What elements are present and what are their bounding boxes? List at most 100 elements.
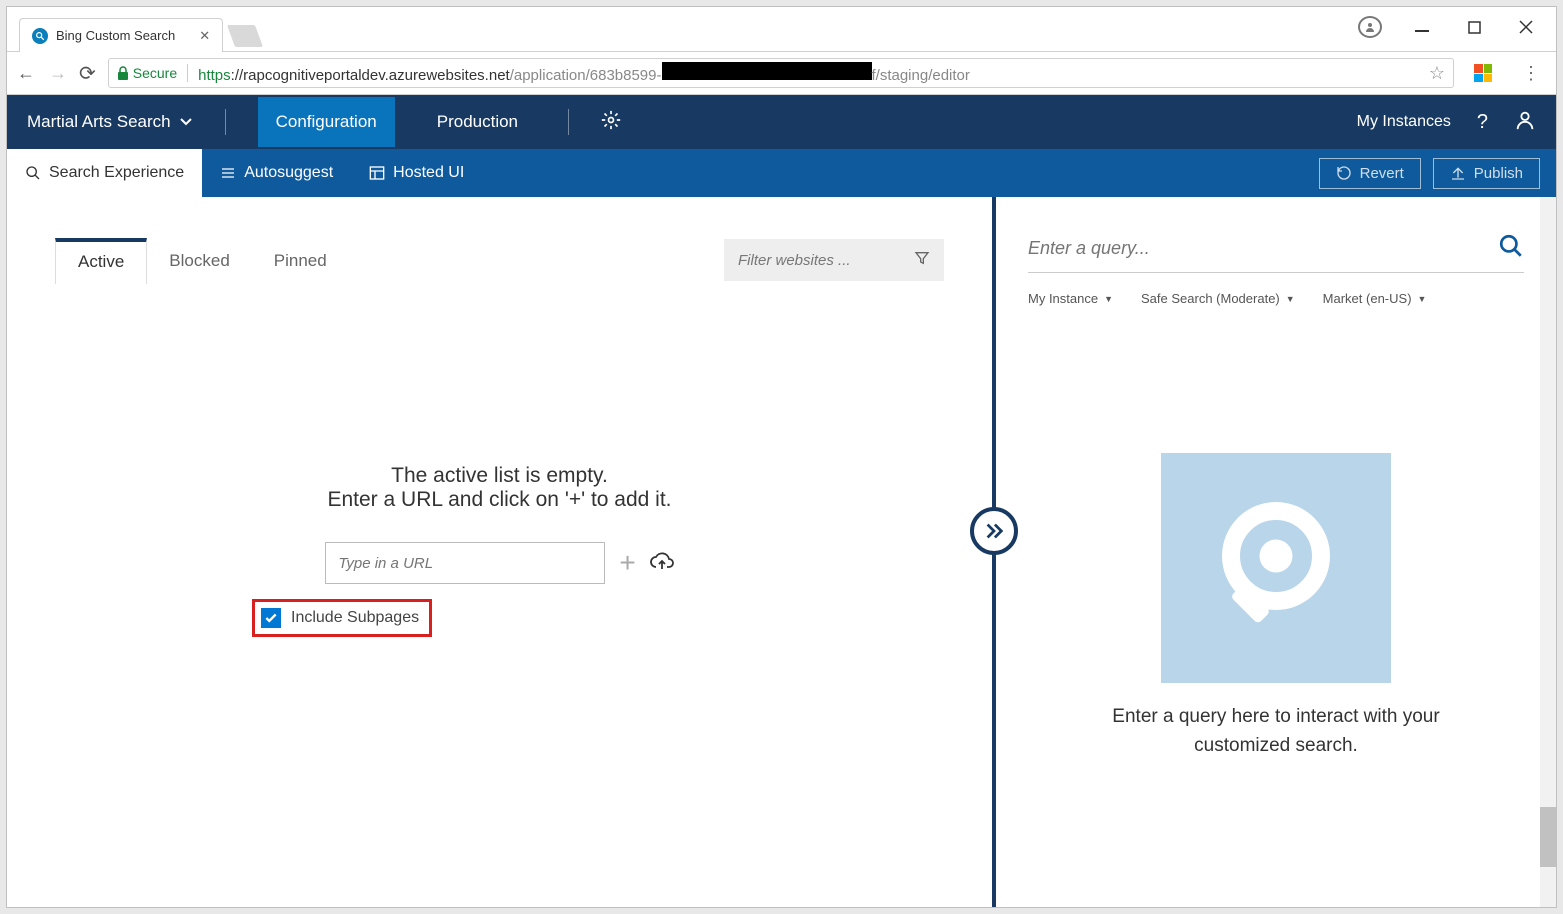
include-subpages-checkbox[interactable] — [261, 608, 281, 628]
browser-user-icon[interactable] — [1358, 16, 1382, 38]
divider — [568, 109, 569, 135]
browser-titlebar: Bing Custom Search ✕ — [7, 7, 1556, 51]
magnifier-icon — [1201, 493, 1351, 643]
revert-button[interactable]: Revert — [1319, 158, 1421, 189]
tab-label: Autosuggest — [244, 164, 333, 182]
browser-tab[interactable]: Bing Custom Search ✕ — [19, 18, 223, 52]
tab-search-experience[interactable]: Search Experience — [7, 149, 202, 197]
market-dropdown[interactable]: Market (en-US) ▼ — [1323, 291, 1427, 306]
app-name-dropdown[interactable]: Martial Arts Search — [27, 112, 193, 132]
safesearch-dropdown[interactable]: Safe Search (Moderate) ▼ — [1141, 291, 1295, 306]
tab-hosted-ui[interactable]: Hosted UI — [351, 149, 482, 197]
filter-icon[interactable] — [914, 250, 930, 270]
lock-icon — [117, 66, 129, 80]
left-panel: Active Blocked Pinned Filter websites ..… — [7, 197, 992, 907]
search-button[interactable] — [1498, 233, 1524, 264]
double-chevron-right-icon — [983, 520, 1005, 542]
app-name-label: Martial Arts Search — [27, 112, 171, 132]
secure-indicator: Secure — [117, 65, 177, 81]
tab-active[interactable]: Active — [55, 238, 147, 284]
divider — [225, 109, 226, 135]
tab-close-icon[interactable]: ✕ — [199, 28, 210, 44]
include-subpages-label: Include Subpages — [291, 609, 419, 627]
dropdown-label: Market (en-US) — [1323, 291, 1412, 306]
query-input[interactable] — [1028, 238, 1498, 259]
header-right: My Instances ? — [1357, 109, 1536, 136]
nav-configuration[interactable]: Configuration — [258, 97, 395, 147]
divider — [187, 64, 188, 82]
dropdown-label: Safe Search (Moderate) — [1141, 291, 1280, 306]
url-text: https://rapcognitiveportaldev.azurewebsi… — [198, 62, 970, 84]
button-label: Revert — [1360, 165, 1404, 182]
filter-websites-input[interactable]: Filter websites ... — [724, 239, 944, 281]
filter-placeholder: Filter websites ... — [738, 252, 851, 269]
extension-icon[interactable] — [1474, 64, 1492, 82]
caret-down-icon: ▼ — [1286, 294, 1295, 304]
favicon-icon — [32, 28, 48, 44]
reload-button[interactable]: ⟳ — [79, 61, 96, 86]
chevron-down-icon — [179, 117, 193, 127]
preview-placeholder: Enter a query here to interact with your… — [1028, 306, 1524, 907]
vertical-scrollbar[interactable] — [1540, 197, 1556, 907]
empty-line1: The active list is empty. — [55, 464, 944, 488]
app-header: Martial Arts Search Configuration Produc… — [7, 95, 1556, 149]
window-controls — [1340, 7, 1556, 47]
expand-collapse-button[interactable] — [970, 507, 1018, 555]
secure-label: Secure — [133, 65, 177, 81]
window-minimize-icon[interactable] — [1410, 20, 1434, 34]
tab-label: Search Experience — [49, 164, 184, 182]
url-input-row: + — [55, 542, 944, 584]
url-box[interactable]: Secure https://rapcognitiveportaldev.azu… — [108, 58, 1454, 88]
placeholder-text: Enter a query here to interact with your… — [1066, 703, 1486, 760]
publish-button[interactable]: Publish — [1433, 158, 1540, 189]
window-close-icon[interactable] — [1514, 20, 1538, 34]
list-icon — [220, 165, 236, 181]
bookmark-star-icon[interactable]: ☆ — [1429, 63, 1445, 84]
caret-down-icon: ▼ — [1104, 294, 1113, 304]
scrollbar-thumb[interactable] — [1540, 807, 1556, 867]
url-input[interactable] — [325, 542, 605, 584]
new-tab-button[interactable] — [227, 25, 263, 47]
browser-addressbar: ← → ⟳ Secure https://rapcognitiveportald… — [7, 51, 1556, 95]
empty-state: The active list is empty. Enter a URL an… — [55, 464, 944, 512]
tab-pinned[interactable]: Pinned — [252, 237, 349, 283]
tab-title: Bing Custom Search — [56, 28, 175, 43]
nav-arrows: ← → — [17, 63, 67, 84]
query-row — [1028, 233, 1524, 273]
instance-dropdown[interactable]: My Instance ▼ — [1028, 291, 1113, 306]
forward-button[interactable]: → — [49, 63, 67, 84]
include-subpages-row: Include Subpages — [255, 602, 429, 634]
cloud-upload-icon[interactable] — [650, 551, 674, 576]
preview-filters: My Instance ▼ Safe Search (Moderate) ▼ M… — [1028, 291, 1524, 306]
publish-icon — [1450, 165, 1466, 181]
revert-icon — [1336, 165, 1352, 181]
settings-gear-icon[interactable] — [601, 110, 621, 135]
tab-label: Hosted UI — [393, 164, 464, 182]
user-profile-icon[interactable] — [1514, 109, 1536, 136]
subheader-actions: Revert Publish — [1319, 158, 1556, 189]
empty-line2: Enter a URL and click on '+' to add it. — [55, 488, 944, 512]
app-subheader: Search Experience Autosuggest Hosted UI … — [7, 149, 1556, 197]
list-tabs: Active Blocked Pinned Filter websites ..… — [55, 237, 944, 284]
window-maximize-icon[interactable] — [1462, 21, 1486, 34]
caret-down-icon: ▼ — [1418, 294, 1427, 304]
search-icon — [1498, 233, 1524, 259]
browser-window: Bing Custom Search ✕ ← → ⟳ Secure ht — [6, 6, 1557, 908]
app-root: Martial Arts Search Configuration Produc… — [7, 95, 1556, 907]
help-icon[interactable]: ? — [1477, 111, 1488, 134]
vertical-splitter[interactable] — [992, 197, 996, 907]
tab-blocked[interactable]: Blocked — [147, 237, 251, 283]
my-instances-link[interactable]: My Instances — [1357, 113, 1451, 131]
redacted-segment — [662, 62, 872, 80]
nav-production[interactable]: Production — [419, 97, 536, 147]
right-panel: My Instance ▼ Safe Search (Moderate) ▼ M… — [996, 197, 1556, 907]
back-button[interactable]: ← — [17, 63, 35, 84]
placeholder-tile — [1161, 453, 1391, 683]
search-icon — [25, 165, 41, 181]
button-label: Publish — [1474, 165, 1523, 182]
layout-icon — [369, 165, 385, 181]
add-button[interactable]: + — [619, 547, 635, 579]
tab-autosuggest[interactable]: Autosuggest — [202, 149, 351, 197]
browser-menu-icon[interactable]: ⋮ — [1516, 63, 1546, 84]
dropdown-label: My Instance — [1028, 291, 1098, 306]
